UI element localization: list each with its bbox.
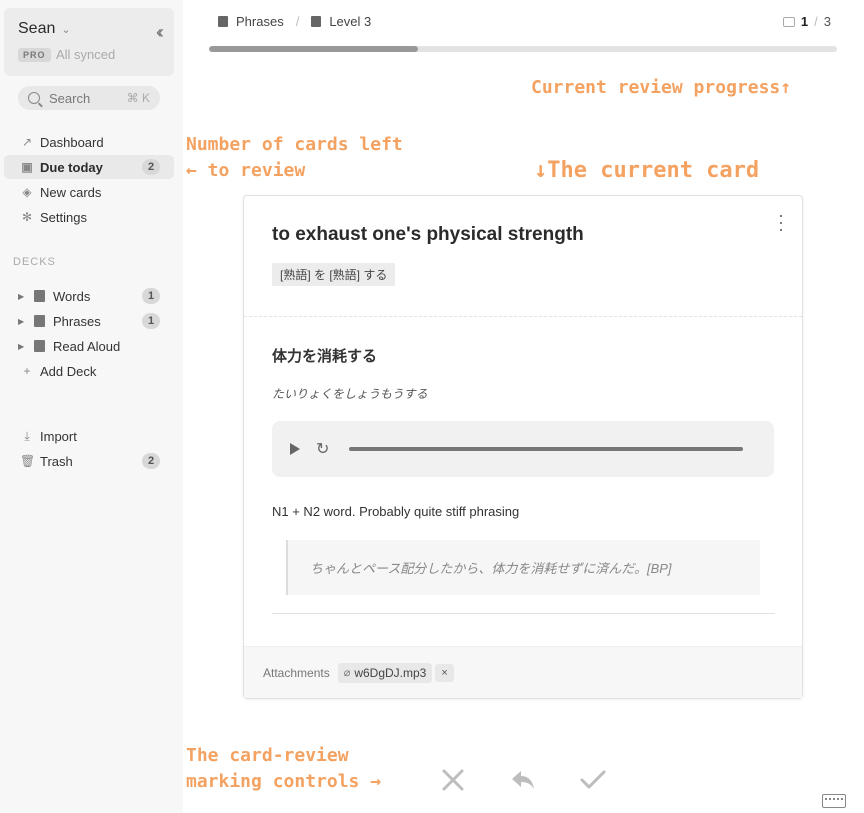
attachment-filename: w6DgDJ.mp3	[354, 665, 427, 680]
inbox-icon	[782, 16, 795, 27]
replay-icon[interactable]: ↻	[316, 439, 329, 459]
breadcrumb-level[interactable]: Level 3	[329, 14, 371, 29]
annotation-current-card: ↓The current card	[534, 158, 760, 183]
mark-wrong-button[interactable]	[433, 762, 473, 798]
remove-attachment-button[interactable]: ×	[435, 663, 454, 682]
chevron-down-icon: ⌄	[61, 23, 71, 36]
mark-correct-button[interactable]	[573, 762, 613, 798]
decks-section-label: DECKS	[13, 256, 56, 268]
undo-icon	[512, 771, 534, 789]
collapse-sidebar-icon[interactable]: ‹‹	[156, 22, 164, 43]
review-progress-bar	[209, 46, 837, 52]
card-reading: たいりょくをしょうもうする	[272, 387, 428, 401]
trend-icon: ↗	[21, 135, 33, 149]
attachments-label: Attachments	[263, 665, 330, 680]
play-icon[interactable]	[290, 443, 300, 455]
plus-icon: +	[23, 364, 31, 378]
audio-player: ↻	[272, 421, 774, 477]
search-label: Search	[49, 90, 91, 106]
search-icon	[28, 92, 40, 104]
book-icon	[34, 340, 45, 352]
sidebar: Sean ⌄ ‹‹ PRO All synced Search ⌘ K ↗ Da…	[0, 0, 183, 813]
close-icon	[442, 769, 464, 791]
check-icon	[580, 770, 606, 789]
book-icon	[218, 16, 228, 27]
deck-count-badge: 1	[142, 288, 160, 304]
breadcrumb: Phrases / Level 3	[218, 14, 371, 29]
review-progress-fill	[209, 46, 419, 52]
breadcrumb-separator: /	[295, 14, 300, 29]
sidebar-item-due-today[interactable]: ▣ Due today 2	[4, 155, 174, 179]
review-card: · · · to exhaust one's physical strength […	[243, 195, 803, 699]
expand-triangle-icon[interactable]: ▶	[18, 342, 30, 351]
sidebar-deck-read-aloud[interactable]: ▶ Read Aloud	[4, 334, 174, 358]
audio-track[interactable]	[349, 447, 744, 451]
account-switcher[interactable]: Sean ⌄ ‹‹ PRO All synced	[4, 8, 174, 76]
deck-count-badge: 1	[142, 313, 160, 329]
current-position: 1	[800, 14, 809, 29]
sidebar-item-dashboard[interactable]: ↗ Dashboard	[4, 130, 174, 154]
book-icon	[34, 315, 45, 327]
inbox-icon: ▣	[21, 160, 33, 174]
download-icon: ⤓	[24, 428, 30, 443]
search-shortcut: ⌘ K	[126, 91, 150, 105]
book-icon	[34, 290, 45, 302]
trash-count-badge: 2	[142, 453, 160, 469]
gear-icon: ✻	[21, 210, 33, 224]
sidebar-item-new-cards[interactable]: ◈ New cards	[4, 180, 174, 204]
paperclip-icon: ⌀	[343, 667, 351, 679]
card-menu-icon[interactable]: · · ·	[778, 206, 784, 238]
card-front-text: to exhaust one's physical strength	[272, 224, 584, 245]
attachment-chip[interactable]: ⌀ w6DgDJ.mp3	[337, 662, 433, 683]
sidebar-item-import[interactable]: ⤓ Import	[4, 424, 174, 448]
add-deck-button[interactable]: + Add Deck	[4, 359, 174, 383]
card-pattern-tag: [熟語] を [熟語] する	[272, 263, 396, 286]
plan-badge: PRO	[18, 48, 51, 62]
sync-status: All synced	[56, 47, 116, 62]
breadcrumb-deck[interactable]: Phrases	[236, 14, 284, 29]
sidebar-item-settings[interactable]: ✻ Settings	[4, 205, 174, 229]
annotation-controls: The card-review marking controls →	[186, 745, 382, 792]
sidebar-deck-words[interactable]: ▶ Words 1	[4, 284, 174, 308]
keyboard-icon[interactable]	[822, 794, 846, 808]
expand-triangle-icon[interactable]: ▶	[18, 292, 30, 301]
annotation-progress: Current review progress↑	[531, 77, 792, 98]
trash-icon: 🗑︎	[20, 454, 36, 468]
review-position: 1 / 3	[782, 14, 831, 29]
account-name[interactable]: Sean ⌄	[18, 20, 71, 38]
card-note: N1 + N2 word. Probably quite stiff phras…	[272, 504, 520, 519]
card-rule	[272, 613, 775, 614]
card-divider	[244, 316, 802, 317]
total-count: 3	[823, 14, 831, 29]
sidebar-deck-phrases[interactable]: ▶ Phrases 1	[4, 309, 174, 333]
search-button[interactable]: Search ⌘ K	[18, 86, 160, 110]
expand-triangle-icon[interactable]: ▶	[18, 317, 30, 326]
book-icon	[311, 16, 322, 27]
undo-button[interactable]	[503, 762, 543, 798]
due-count-badge: 2	[142, 159, 160, 175]
example-sentence: ちゃんとペース配分したから、体力を消耗せずに済んだ。[BP]	[286, 540, 760, 595]
sidebar-item-trash[interactable]: 🗑︎ Trash 2	[4, 449, 174, 473]
attachments-bar: Attachments ⌀ w6DgDJ.mp3 ×	[244, 646, 802, 698]
card-back-term: 体力を消耗する	[272, 348, 378, 365]
layers-icon: ◈	[22, 185, 32, 199]
annotation-cards-left: Number of cards left ← to review	[186, 134, 403, 181]
